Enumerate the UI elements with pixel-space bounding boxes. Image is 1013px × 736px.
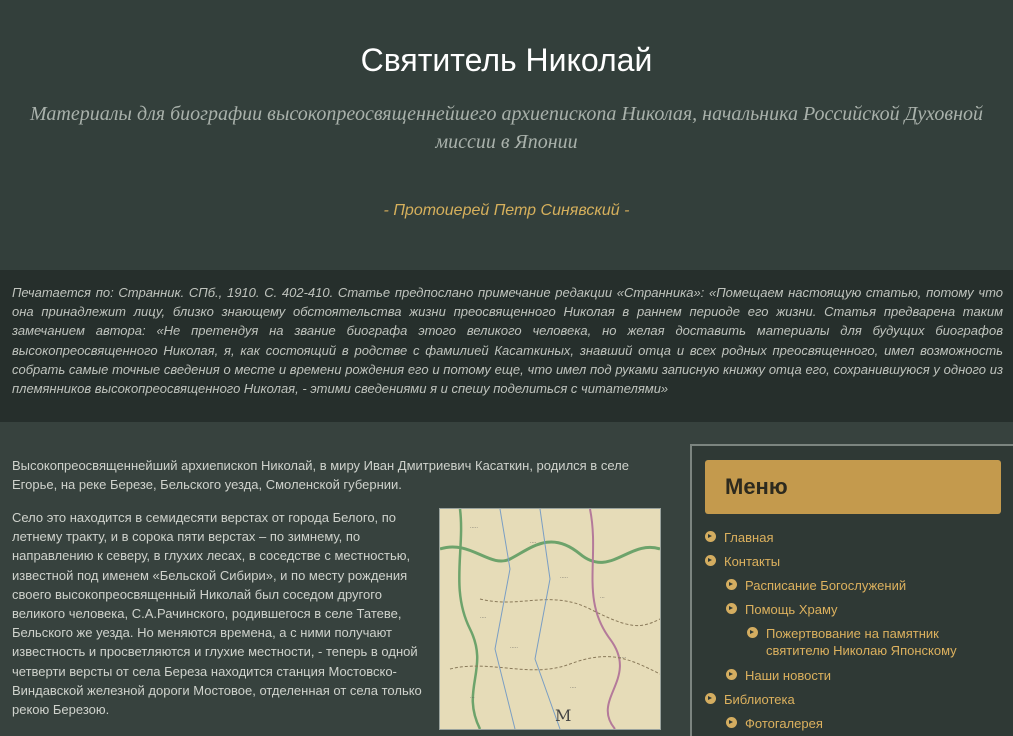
author-line: - Протоиерей Петр Синявский - (0, 200, 1013, 222)
menu-title: Меню (725, 474, 788, 499)
svg-text:···: ··· (470, 695, 475, 701)
author-link[interactable]: Протоиерей Петр Синявский (393, 202, 619, 219)
map-image[interactable]: ····· ···· ····· ···· ··· ····· ···· ··· ···· … (439, 508, 661, 730)
menu-item-contacts[interactable]: Контакты (705, 553, 780, 570)
svg-text:···: ··· (600, 595, 605, 601)
chevron-right-icon (747, 627, 758, 638)
site-title[interactable]: Святитель Николай (0, 40, 1013, 80)
chevron-right-icon (705, 531, 716, 542)
map-letter: М (555, 706, 571, 725)
svg-text:·····: ····· (510, 645, 518, 651)
menu-item-schedule[interactable]: Расписание Богослужений (726, 577, 906, 594)
svg-text:····: ···· (480, 615, 487, 621)
chevron-right-icon (726, 717, 737, 728)
chevron-right-icon (705, 555, 716, 566)
article-paragraph: Село это находится в семидесяти верстах … (12, 510, 422, 718)
menu-header: Меню (705, 460, 1001, 514)
svg-text:····: ···· (570, 685, 577, 691)
chevron-right-icon (726, 603, 737, 614)
site-header: Святитель Николай Материалы для биографи… (0, 0, 1013, 270)
article-content: Высокопреосвященнейший архиепископ Никол… (12, 456, 672, 730)
menu-item-donation[interactable]: Пожертвование на памятник святителю Нико… (747, 625, 1002, 659)
menu-item-news[interactable]: Наши новости (726, 667, 831, 684)
map-drawing: ·············· ············ ··········· … (440, 509, 660, 729)
chevron-right-icon (705, 693, 716, 704)
publication-note-text: Печатается по: Странник. СПб., 1910. С. … (12, 285, 1003, 397)
article-intro: Высокопреосвященнейший архиепископ Никол… (12, 458, 629, 493)
chevron-right-icon (726, 579, 737, 590)
svg-text:····: ···· (620, 655, 627, 661)
menu-item-help[interactable]: Помощь Храму (726, 601, 838, 618)
menu-item-library[interactable]: Библиотека (705, 691, 795, 708)
chevron-right-icon (726, 669, 737, 680)
svg-text:·····: ····· (470, 525, 478, 531)
svg-text:·····: ····· (560, 575, 568, 581)
menu-item-home[interactable]: Главная (705, 529, 773, 546)
publication-note: Печатается по: Странник. СПб., 1910. С. … (0, 270, 1013, 422)
sidebar: Меню Главная Контакты Расписание Богослу… (690, 444, 1013, 736)
page-subtitle: Материалы для биографии высокопреосвящен… (30, 103, 983, 153)
author-prefix: - (383, 202, 394, 219)
author-suffix: - (619, 202, 630, 219)
svg-text:····: ···· (530, 540, 537, 546)
menu-item-gallery[interactable]: Фотогалерея (726, 715, 823, 732)
